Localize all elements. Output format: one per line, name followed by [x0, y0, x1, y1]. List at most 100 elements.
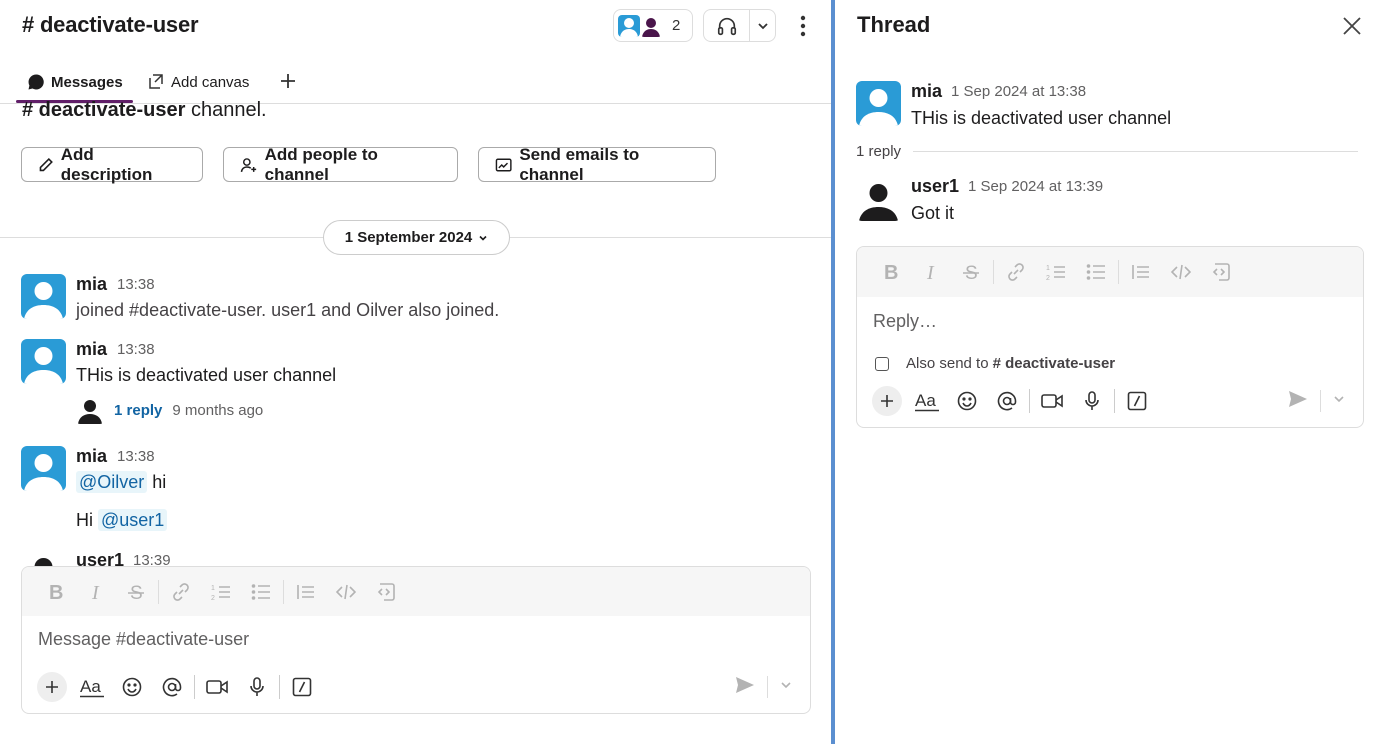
ordered-list-icon[interactable]: 12 [201, 572, 241, 612]
toolbar-divider [1118, 260, 1119, 284]
also-send-checkbox[interactable] [875, 356, 889, 371]
emoji-icon[interactable] [112, 667, 152, 707]
toolbar-divider [993, 260, 994, 284]
code-icon[interactable] [326, 572, 366, 612]
microphone-icon[interactable] [237, 667, 277, 707]
thread-reply-message[interactable]: user1 1 Sep 2024 at 13:39 Got it [856, 176, 1356, 226]
avatar[interactable] [856, 176, 901, 221]
message-composer[interactable]: B I S 12 Message #deactivate-user Aa [21, 566, 811, 714]
slash-command-icon[interactable] [1117, 381, 1157, 421]
channel-title[interactable]: # deactivate-user [22, 12, 199, 38]
thread-parent-message[interactable]: mia 1 Sep 2024 at 13:38 THis is deactiva… [856, 81, 1356, 131]
video-icon[interactable] [1032, 381, 1072, 421]
bullet-list-icon[interactable] [241, 572, 281, 612]
avatar[interactable] [21, 550, 66, 566]
send-icon[interactable] [735, 676, 755, 699]
message-time[interactable]: 13:38 [117, 276, 155, 293]
schedule-chevron-icon[interactable] [1333, 392, 1345, 410]
avatar[interactable] [21, 274, 66, 319]
tab-add-canvas[interactable]: Add canvas [147, 60, 249, 104]
intro-suffix: channel. [185, 99, 267, 121]
message-time[interactable]: 1 Sep 2024 at 13:39 [968, 178, 1103, 195]
tab-label: Messages [51, 73, 123, 91]
ordered-list-icon[interactable]: 12 [1036, 252, 1076, 292]
schedule-chevron-icon[interactable] [780, 678, 792, 696]
code-icon[interactable] [1161, 252, 1201, 292]
link-icon[interactable] [996, 252, 1036, 292]
message-time[interactable]: 1 Sep 2024 at 13:38 [951, 83, 1086, 100]
mention-icon[interactable] [152, 667, 192, 707]
message-text: Hi @user1 [76, 509, 168, 531]
italic-icon[interactable]: I [911, 252, 951, 292]
code-block-icon[interactable] [366, 572, 406, 612]
thread-reply-composer[interactable]: B I S 12 Reply… Also send to # deactivat… [856, 246, 1364, 428]
date-divider-button[interactable]: 1 September 2024 [323, 220, 510, 255]
also-send-option[interactable]: Also send to # deactivate-user [875, 355, 1115, 372]
attach-plus-button[interactable] [867, 381, 907, 421]
bullet-list-icon[interactable] [1076, 252, 1116, 292]
send-controls [1288, 381, 1345, 421]
message-bubble-icon [28, 74, 44, 90]
members-button[interactable]: 2 [613, 9, 693, 42]
message-time[interactable]: 13:39 [133, 552, 171, 566]
slash-command-icon[interactable] [282, 667, 322, 707]
toolbar-divider [194, 675, 195, 699]
emoji-icon[interactable] [947, 381, 987, 421]
message-item[interactable]: mia 13:38 joined #deactivate-user. user1… [21, 274, 811, 324]
tab-messages[interactable]: Messages [27, 60, 123, 104]
mention-icon[interactable] [987, 381, 1027, 421]
strikethrough-icon[interactable]: S [116, 572, 156, 612]
replies-count-label: 1 reply [856, 143, 902, 160]
message-text: joined #deactivate-user. user1 and Oilve… [76, 300, 500, 320]
message-item[interactable]: mia 13:38 THis is deactivated user chann… [21, 339, 811, 429]
message-author[interactable]: mia [76, 274, 107, 295]
message-time[interactable]: 13:38 [117, 341, 155, 358]
message-author[interactable]: user1 [911, 176, 959, 197]
strikethrough-icon[interactable]: S [951, 252, 991, 292]
code-block-icon[interactable] [1201, 252, 1241, 292]
close-icon[interactable] [1340, 14, 1364, 38]
headphones-icon[interactable] [704, 10, 750, 41]
send-icon[interactable] [1288, 390, 1308, 413]
user-mention[interactable]: @Oilver [76, 471, 148, 493]
message-author[interactable]: mia [76, 339, 107, 360]
add-people-button[interactable]: Add people to channel [223, 145, 458, 184]
reply-input[interactable]: Reply… [873, 311, 937, 332]
more-options-icon[interactable] [795, 12, 811, 40]
toolbar-divider [767, 676, 768, 698]
microphone-icon[interactable] [1072, 381, 1112, 421]
message-author[interactable]: user1 [76, 550, 124, 566]
message-text: THis is deactivated user channel [911, 108, 1172, 128]
member-avatar [618, 14, 640, 37]
thread-pane: Thread mia 1 Sep 2024 at 13:38 THis is d… [835, 0, 1389, 744]
formatting-toggle-icon[interactable]: Aa [907, 381, 947, 421]
attach-plus-button[interactable] [32, 667, 72, 707]
message-item[interactable]: user1 13:39 [21, 550, 811, 566]
blockquote-icon[interactable] [1121, 252, 1161, 292]
thread-replies-summary[interactable]: 1 reply 9 months ago [76, 396, 263, 424]
add-description-button[interactable]: Add description [21, 145, 203, 184]
chevron-down-icon[interactable] [750, 20, 775, 32]
user-mention[interactable]: @user1 [98, 509, 168, 531]
italic-icon[interactable]: I [76, 572, 116, 612]
huddle-button[interactable] [703, 9, 776, 42]
email-icon [495, 158, 512, 171]
formatting-toggle-icon[interactable]: Aa [72, 667, 112, 707]
add-tab-icon[interactable] [279, 70, 297, 96]
avatar[interactable] [21, 339, 66, 384]
avatar[interactable] [21, 446, 66, 491]
message-input[interactable]: Message #deactivate-user [38, 629, 249, 650]
bold-icon[interactable]: B [871, 252, 911, 292]
message-author[interactable]: mia [76, 446, 107, 467]
message-time[interactable]: 13:38 [117, 448, 155, 465]
bold-icon[interactable]: B [36, 572, 76, 612]
message-item[interactable]: mia 13:38 @Oilver hi Hi @user1 [21, 446, 811, 541]
video-icon[interactable] [197, 667, 237, 707]
svg-text:B: B [884, 263, 898, 281]
blockquote-icon[interactable] [286, 572, 326, 612]
avatar[interactable] [856, 81, 901, 126]
message-author[interactable]: mia [911, 81, 942, 102]
link-icon[interactable] [161, 572, 201, 612]
reply-count-link[interactable]: 1 reply [114, 402, 162, 419]
send-emails-button[interactable]: Send emails to channel [478, 145, 716, 184]
